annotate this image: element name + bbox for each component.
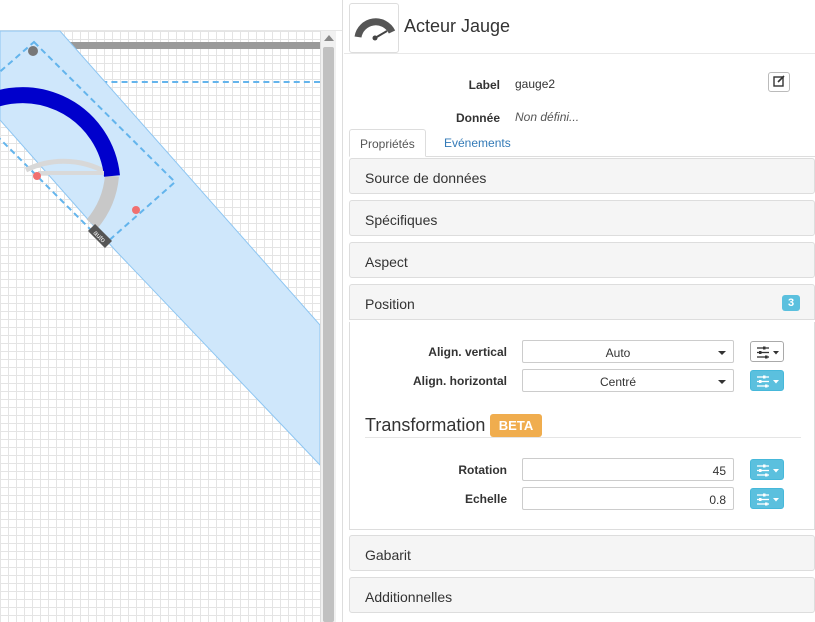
valign-label: Align. vertical	[428, 345, 507, 359]
scale-input[interactable]: 0.8	[522, 487, 734, 510]
data-field-label: Donnée	[455, 111, 500, 125]
section-specific[interactable]: Spécifiques	[349, 200, 815, 236]
scale-value: 0.8	[709, 493, 726, 507]
tab-properties[interactable]: Propriétés	[349, 129, 426, 157]
section-aspect-title: Aspect	[365, 254, 408, 270]
section-additional[interactable]: Additionnelles	[349, 577, 815, 613]
rotation-label: Rotation	[458, 463, 507, 477]
halign-label: Align. horizontal	[413, 374, 507, 388]
label-field-value: gauge2	[515, 77, 556, 91]
resize-handle[interactable]	[132, 206, 140, 214]
section-data-source[interactable]: Source de données	[349, 158, 815, 194]
section-additional-title: Additionnelles	[365, 589, 453, 605]
position-count-badge: 3	[782, 295, 800, 311]
transformation-divider	[365, 437, 801, 438]
valign-value: Auto	[605, 346, 631, 360]
scale-label: Echelle	[464, 492, 507, 506]
rotation-input[interactable]: 45	[522, 458, 734, 481]
canvas-drawing[interactable]: auto	[0, 0, 320, 622]
sliders-icon	[757, 346, 779, 359]
section-position[interactable]: Position 3	[349, 284, 815, 320]
anchor-handle	[28, 46, 38, 56]
beta-badge: BETA	[490, 414, 542, 437]
section-specific-title: Spécifiques	[365, 212, 438, 228]
rotation-value: 45	[712, 464, 726, 478]
chevron-down-icon	[718, 380, 726, 384]
section-data-source-title: Source de données	[365, 170, 487, 186]
rotate-handle[interactable]	[33, 172, 41, 180]
halign-value: Centré	[599, 375, 637, 389]
sliders-icon	[757, 493, 779, 506]
valign-select[interactable]: Auto	[522, 340, 734, 363]
scroll-up-icon[interactable]	[324, 35, 334, 41]
data-field-value[interactable]: Non défini...	[515, 110, 579, 124]
sliders-icon	[757, 375, 779, 388]
tab-events[interactable]: Evénements	[434, 129, 521, 157]
rotation-options-button[interactable]	[750, 459, 784, 480]
properties-tabs: Propriétés Evénements	[349, 129, 815, 157]
section-position-title: Position	[365, 296, 415, 312]
chevron-down-icon	[718, 351, 726, 355]
actor-title: Acteur Jauge	[404, 16, 511, 36]
edit-icon	[773, 75, 785, 87]
halign-options-button[interactable]	[750, 370, 784, 391]
actor-header: Acteur Jauge	[344, 0, 815, 54]
scroll-thumb[interactable]	[323, 47, 334, 622]
label-field-row: Label gauge2	[344, 72, 815, 98]
sliders-icon	[757, 464, 779, 477]
label-field-label: Label	[468, 78, 500, 92]
canvas-vertical-scrollbar[interactable]	[320, 31, 336, 622]
section-template[interactable]: Gabarit	[349, 535, 815, 571]
halign-select[interactable]: Centré	[522, 369, 734, 392]
edit-label-button[interactable]	[768, 72, 790, 92]
design-canvas[interactable]: auto	[0, 0, 343, 622]
section-aspect[interactable]: Aspect	[349, 242, 815, 278]
section-template-title: Gabarit	[365, 547, 411, 563]
gauge-icon	[349, 3, 399, 53]
properties-panel: Acteur Jauge Label gauge2 Donnée Non déf…	[344, 0, 815, 622]
valign-options-button[interactable]	[750, 341, 784, 362]
transformation-title: Transformation	[365, 415, 486, 435]
scale-options-button[interactable]	[750, 488, 784, 509]
data-field-row: Donnée Non défini...	[344, 105, 815, 131]
